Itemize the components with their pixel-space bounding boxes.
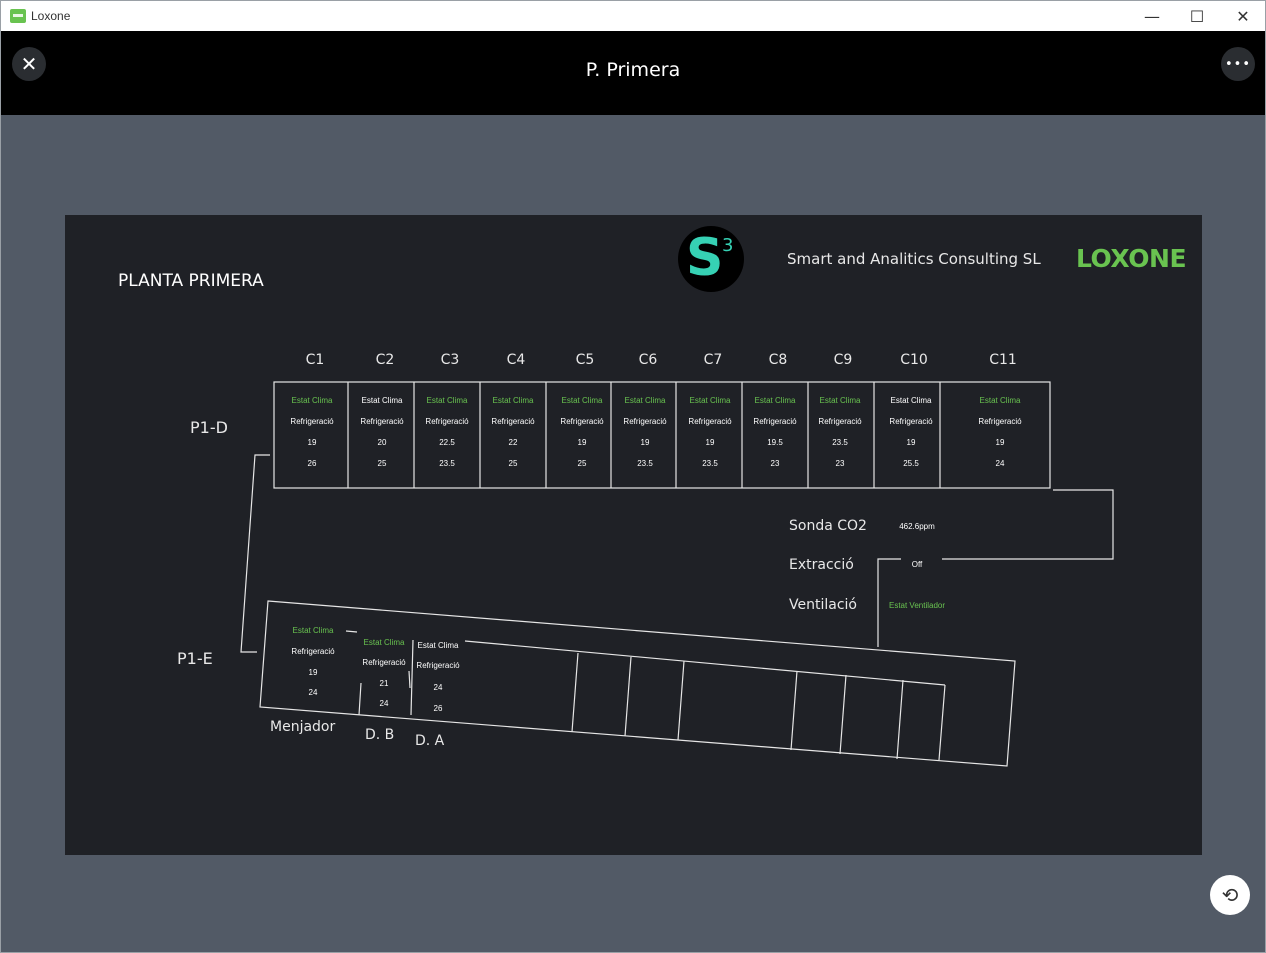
temp-setpoint-db: 24 <box>379 699 389 708</box>
temp-setpoint-c7: 23.5 <box>702 459 718 468</box>
extraction-value[interactable]: Off <box>912 560 923 569</box>
climate-status-c4[interactable]: Estat Clima <box>493 396 534 405</box>
zone-label-p1e: P1-E <box>177 649 213 668</box>
ventilation-status[interactable]: Estat Ventilador <box>889 601 945 610</box>
temp-setpoint-c8: 23 <box>770 459 780 468</box>
temp-current-c6: 19 <box>640 438 650 447</box>
app-window: Loxone — ☐ ✕ ✕ P. Primera ••• PLANTA PRI… <box>0 0 1266 953</box>
floor-plan-lines <box>240 381 1114 767</box>
climate-status-da[interactable]: Estat Clima <box>418 641 459 650</box>
temp-current-c1: 19 <box>307 438 317 447</box>
company-name: Smart and Analitics Consulting SL <box>787 250 1041 268</box>
corridor-outline <box>942 489 1114 560</box>
temp-setpoint-c1: 26 <box>307 459 317 468</box>
co2-sensor-value: 462.6ppm <box>899 522 935 531</box>
zone-label-p1d: P1-D <box>190 418 228 437</box>
climate-mode-c3: Refrigeració <box>425 417 469 426</box>
temp-setpoint-c11: 24 <box>995 459 1005 468</box>
s3-logo-superscript: 3 <box>722 235 734 256</box>
temp-current-c5: 19 <box>577 438 587 447</box>
floor-plan-board: PLANTA PRIMERA S 3 Smart and Analitics C… <box>65 215 1202 855</box>
column-header-c11: C11 <box>989 352 1017 368</box>
temp-current-c11: 19 <box>995 438 1005 447</box>
maximize-button[interactable]: ☐ <box>1174 1 1220 31</box>
climate-status-c11[interactable]: Estat Clima <box>980 396 1021 405</box>
s3-logo: S 3 <box>678 226 744 292</box>
column-header-c7: C7 <box>703 352 723 368</box>
temp-current-c10: 19 <box>906 438 916 447</box>
climate-mode-c4: Refrigeració <box>491 417 535 426</box>
column-header-c3: C3 <box>440 352 460 368</box>
climate-status-c6[interactable]: Estat Clima <box>625 396 666 405</box>
climate-status-c9[interactable]: Estat Clima <box>820 396 861 405</box>
column-header-c2: C2 <box>375 352 395 368</box>
column-header-c8: C8 <box>768 352 788 368</box>
temp-current-db: 21 <box>379 679 389 688</box>
climate-mode-c1: Refrigeració <box>290 417 334 426</box>
room-label-da: D. A <box>415 733 445 749</box>
temp-current-da: 24 <box>433 683 443 692</box>
page-header: ✕ P. Primera ••• <box>1 31 1265 115</box>
column-header-c4: C4 <box>506 352 526 368</box>
temp-current-c7: 19 <box>705 438 715 447</box>
app-title: Loxone <box>31 9 71 23</box>
title-bar: Loxone — ☐ ✕ <box>1 1 1265 31</box>
room-label-db: D. B <box>365 727 395 743</box>
column-header-c6: C6 <box>638 352 658 368</box>
window-close-button[interactable]: ✕ <box>1220 1 1265 31</box>
climate-mode-c6: Refrigeració <box>623 417 667 426</box>
temp-current-c9: 23.5 <box>832 438 848 447</box>
refresh-icon[interactable]: ⟲ <box>1210 875 1250 915</box>
column-header-c10: C10 <box>900 352 928 368</box>
plan-title: PLANTA PRIMERA <box>118 271 264 291</box>
climate-status-c7[interactable]: Estat Clima <box>690 396 731 405</box>
loxone-app-icon <box>10 9 26 23</box>
column-header-c1: C1 <box>305 352 325 368</box>
room-label-menjador: Menjador <box>270 719 336 735</box>
temp-setpoint-c5: 25 <box>577 459 587 468</box>
temp-setpoint-c6: 23.5 <box>637 459 653 468</box>
climate-status-menjador[interactable]: Estat Clima <box>293 626 334 635</box>
ventilation-label: Ventilació <box>789 597 857 613</box>
temp-setpoint-c2: 25 <box>377 459 387 468</box>
temp-current-c4: 22 <box>508 438 518 447</box>
temp-current-c8: 19.5 <box>767 438 783 447</box>
temp-setpoint-c3: 23.5 <box>439 459 455 468</box>
minimize-button[interactable]: — <box>1129 1 1175 31</box>
climate-mode-c5: Refrigeració <box>560 417 604 426</box>
climate-status-c1[interactable]: Estat Clima <box>292 396 333 405</box>
climate-mode-menjador: Refrigeració <box>291 647 335 656</box>
climate-status-c3[interactable]: Estat Clima <box>427 396 468 405</box>
climate-mode-da: Refrigeració <box>416 661 460 670</box>
temp-setpoint-c4: 25 <box>508 459 518 468</box>
temp-setpoint-da: 26 <box>433 704 443 713</box>
page-title: P. Primera <box>585 59 681 81</box>
co2-sensor-label: Sonda CO2 <box>789 518 867 534</box>
climate-mode-c11: Refrigeració <box>978 417 1022 426</box>
climate-status-c8[interactable]: Estat Clima <box>755 396 796 405</box>
column-header-c5: C5 <box>575 352 595 368</box>
loxone-brand-logo: LOXONE <box>1076 244 1187 273</box>
climate-mode-c2: Refrigeració <box>360 417 404 426</box>
temp-setpoint-c10: 25.5 <box>903 459 919 468</box>
column-header-c9: C9 <box>833 352 853 368</box>
climate-mode-c10: Refrigeració <box>889 417 933 426</box>
temp-setpoint-c9: 23 <box>835 459 845 468</box>
climate-mode-c8: Refrigeració <box>753 417 797 426</box>
temp-setpoint-menjador: 24 <box>308 688 318 697</box>
more-options-icon[interactable]: ••• <box>1221 47 1255 81</box>
extraction-label: Extracció <box>789 557 854 573</box>
climate-status-db[interactable]: Estat Clima <box>364 638 405 647</box>
climate-status-c10[interactable]: Estat Clima <box>891 396 932 405</box>
temp-current-c3: 22.5 <box>439 438 455 447</box>
temp-current-c2: 20 <box>377 438 387 447</box>
climate-status-c2[interactable]: Estat Clima <box>362 396 403 405</box>
climate-mode-db: Refrigeració <box>362 658 406 667</box>
climate-status-c5[interactable]: Estat Clima <box>562 396 603 405</box>
climate-mode-c7: Refrigeració <box>688 417 732 426</box>
s3-logo-letter: S <box>686 228 724 288</box>
climate-mode-c9: Refrigeració <box>818 417 862 426</box>
temp-current-menjador: 19 <box>308 668 318 677</box>
